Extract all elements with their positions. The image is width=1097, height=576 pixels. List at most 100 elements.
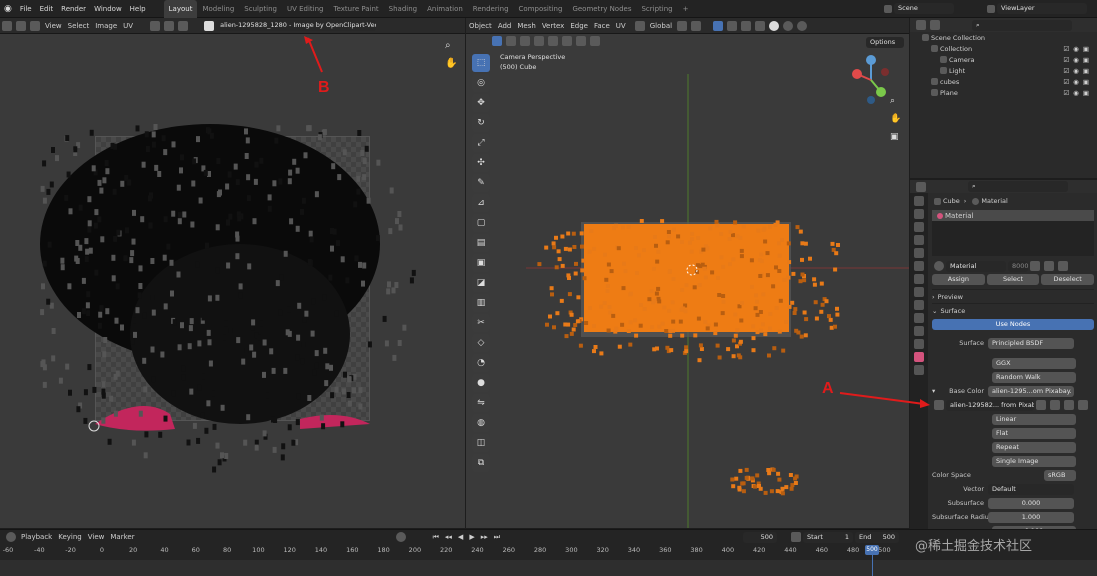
menu-window[interactable]: Window <box>90 0 126 18</box>
editor-type-icon[interactable] <box>2 20 12 31</box>
checkbox-icon[interactable]: ☑ <box>1063 56 1069 64</box>
view-layer-selector[interactable]: ViewLayer <box>985 3 1087 14</box>
color-space-dropdown[interactable]: sRGB <box>1044 469 1076 481</box>
image-menu-select[interactable]: Select <box>65 18 93 34</box>
jump-end-icon[interactable]: ⏭ <box>491 529 503 545</box>
scene-selector[interactable]: Scene <box>882 3 954 14</box>
render-camera-icon[interactable]: ▣ <box>1083 56 1089 64</box>
image-menu-uv[interactable]: UV <box>120 18 136 34</box>
image-menu-image[interactable]: Image <box>92 18 120 34</box>
render-tab-icon[interactable] <box>914 209 924 219</box>
play-reverse-icon[interactable]: ◀ <box>455 529 466 545</box>
interpolation-dropdown[interactable]: Linear <box>992 413 1076 425</box>
properties-type-icon[interactable] <box>916 181 926 192</box>
workspace-tab-4[interactable]: Texture Paint <box>329 0 384 18</box>
checkbox-icon[interactable]: ☑ <box>1063 67 1069 75</box>
viewport-menu-object[interactable]: Object <box>466 18 495 34</box>
viewport-canvas[interactable]: Options Camera Perspective (500) Cube ⬚ ◎… <box>466 34 909 528</box>
mode-icon[interactable] <box>16 20 26 31</box>
material-tab-icon[interactable] <box>914 352 924 362</box>
distribution-dropdown[interactable]: GGX <box>992 357 1076 369</box>
timeline-track[interactable] <box>0 560 1097 576</box>
workspace-tab-10[interactable]: Scripting <box>636 0 677 18</box>
extension-dropdown[interactable]: Repeat <box>992 441 1076 453</box>
timeline-menu-view[interactable]: View <box>85 529 108 545</box>
outliner-item-plane[interactable]: Plane ☑ ◉ ▣ <box>910 87 1097 98</box>
eye-icon[interactable]: ◉ <box>1073 45 1079 53</box>
play-icon[interactable]: ▶ <box>466 529 477 545</box>
workspace-tab-6[interactable]: Animation <box>422 0 468 18</box>
material-users[interactable]: 8000 <box>1008 260 1029 272</box>
image-editor-canvas[interactable]: ⌕ ✋ B <box>0 34 465 528</box>
timeline-type-icon[interactable] <box>6 532 16 542</box>
checkbox-icon[interactable]: ☑ <box>1063 45 1069 53</box>
image-menu-view[interactable]: View <box>42 18 65 34</box>
orientation-dropdown[interactable]: Global <box>647 18 675 34</box>
menu-file[interactable]: File <box>16 0 36 18</box>
prev-key-icon[interactable]: ◂◂ <box>442 529 455 545</box>
particles-tab-icon[interactable] <box>914 300 924 310</box>
preview-range-icon[interactable] <box>791 532 802 542</box>
material-deselect-button[interactable]: Deselect <box>1041 274 1095 285</box>
physics-tab-icon[interactable] <box>914 313 924 323</box>
copy-icon[interactable] <box>1044 261 1054 271</box>
eye-icon[interactable]: ◉ <box>1073 89 1079 97</box>
workspace-tab-9[interactable]: Geometry Nodes <box>567 0 636 18</box>
zoom-icon[interactable]: ⌕ <box>890 96 904 114</box>
render-camera-icon[interactable]: ▣ <box>1083 45 1089 53</box>
navigation-gizmo[interactable] <box>851 52 891 112</box>
material-slot-list[interactable]: Material + − <box>932 210 1094 256</box>
constraints-tab-icon[interactable] <box>914 326 924 336</box>
menu-render[interactable]: Render <box>57 0 90 18</box>
image-name-field[interactable]: alien-1295828_1280 - Image by OpenClipar… <box>216 20 377 31</box>
outliner-root[interactable]: Scene Collection <box>910 32 1097 43</box>
properties-search[interactable]: ⌕ <box>968 181 1068 192</box>
open-image-icon[interactable] <box>1064 400 1074 410</box>
data-tab-icon[interactable] <box>914 339 924 349</box>
render-camera-icon[interactable]: ▣ <box>1083 89 1089 97</box>
unlink-icon[interactable] <box>1058 261 1068 271</box>
pivot-icon[interactable] <box>150 20 161 31</box>
vector-field[interactable]: Default <box>988 483 1074 495</box>
menu-edit[interactable]: Edit <box>36 0 58 18</box>
material-assign-button[interactable]: Assign <box>932 274 985 285</box>
shading-material-icon[interactable] <box>783 20 794 31</box>
playhead[interactable]: 500 <box>865 545 879 555</box>
workspace-tab-8[interactable]: Compositing <box>514 0 568 18</box>
gizmo-icon[interactable] <box>713 20 724 31</box>
zoom-icon[interactable]: ⌕ <box>445 40 451 51</box>
surface-panel[interactable]: ⌄ Surface <box>932 303 1094 317</box>
source-dropdown[interactable]: Single Image <box>992 455 1076 467</box>
end-frame-field[interactable]: End 500 <box>855 531 900 543</box>
texture-tab-icon[interactable] <box>914 365 924 375</box>
material-name-field[interactable]: Material <box>946 260 1006 272</box>
workspace-tab-1[interactable]: Modeling <box>197 0 239 18</box>
modifier-tab-icon[interactable] <box>914 287 924 297</box>
checkbox-icon[interactable]: ☑ <box>1063 89 1069 97</box>
outliner-item-light[interactable]: Light ☑ ◉ ▣ <box>910 65 1097 76</box>
new-image-icon[interactable] <box>1050 400 1060 410</box>
shading-wire-icon[interactable] <box>755 20 766 31</box>
workspace-tab-7[interactable]: Rendering <box>468 0 514 18</box>
image-browse-icon[interactable] <box>204 20 215 31</box>
tool-tab-icon[interactable] <box>914 196 924 206</box>
subsurface-method-dropdown[interactable]: Random Walk <box>992 371 1076 383</box>
outliner-item-collection[interactable]: Collection ☑ ◉ ▣ <box>910 43 1097 54</box>
shading-solid-icon[interactable] <box>769 20 780 31</box>
fake-user-icon[interactable] <box>1036 400 1046 410</box>
preview-panel[interactable]: › Preview <box>932 289 1094 303</box>
scene-tab-icon[interactable] <box>914 248 924 258</box>
uv-sync-icon[interactable] <box>30 20 40 31</box>
viewport-menu-edge[interactable]: Edge <box>567 18 591 34</box>
scene-name[interactable]: Scene <box>894 3 954 14</box>
outliner-item-cubes[interactable]: cubes ☑ ◉ ▣ <box>910 76 1097 87</box>
proportional-edit-icon[interactable] <box>691 20 702 31</box>
workspace-tab-5[interactable]: Shading <box>384 0 422 18</box>
view-layer-tab-icon[interactable] <box>914 235 924 245</box>
xray-icon[interactable] <box>741 20 752 31</box>
viewport-menu-face[interactable]: Face <box>591 18 613 34</box>
filter-icon[interactable] <box>930 20 940 30</box>
render-camera-icon[interactable]: ▣ <box>1083 67 1089 75</box>
timeline-menu-playback[interactable]: Playback <box>18 529 55 545</box>
viewport-menu-vertex[interactable]: Vertex <box>539 18 568 34</box>
